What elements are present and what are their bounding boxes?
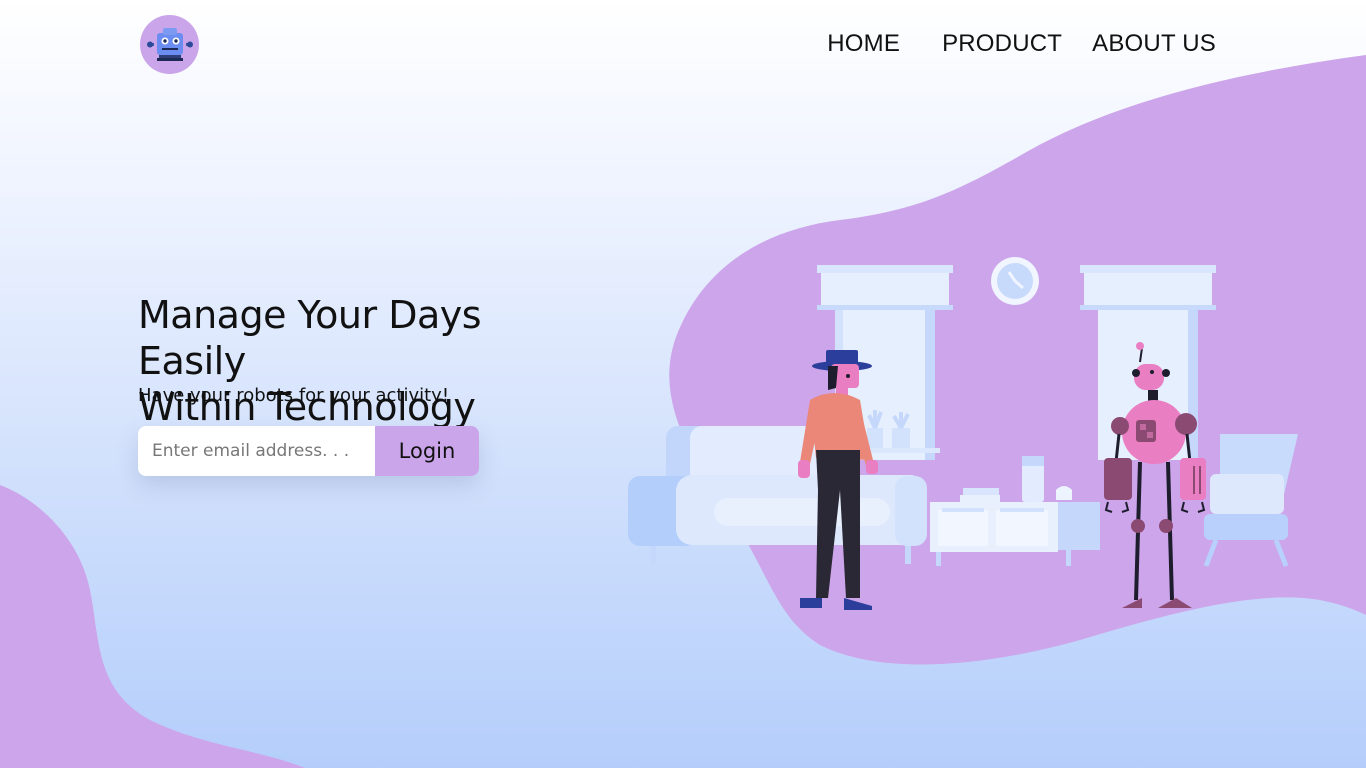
login-button[interactable]: Login	[375, 426, 479, 476]
hero-title-line-1: Manage Your Days Easily	[138, 293, 482, 383]
main-nav: HOME PRODUCT ABOUT US	[827, 30, 1216, 58]
hero-subtitle: Have your robots for your activity!	[138, 385, 450, 406]
email-input[interactable]	[138, 426, 375, 476]
email-login-form: Login	[138, 426, 479, 476]
robot-icon	[146, 27, 193, 61]
living-room-robot-illustration	[628, 257, 1298, 610]
clock-icon	[991, 257, 1039, 305]
logo[interactable]	[140, 15, 199, 74]
armchair	[1203, 434, 1298, 567]
nav-product-link[interactable]: PRODUCT	[942, 30, 1062, 58]
side-table	[930, 456, 1100, 566]
nav-home-link[interactable]: HOME	[827, 30, 900, 58]
hero-title: Manage Your Days Easily Within Technolog…	[138, 292, 598, 430]
nav-about-link[interactable]: ABOUT US	[1092, 30, 1216, 58]
